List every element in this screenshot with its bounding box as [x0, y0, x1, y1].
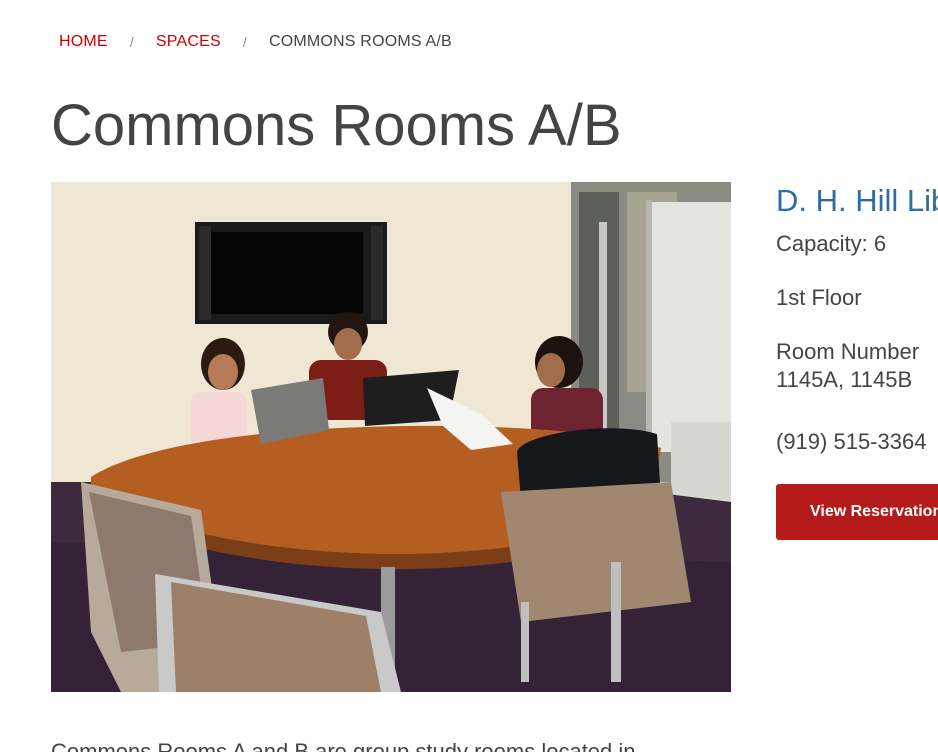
view-reservations-button[interactable]: View Reservations [776, 484, 938, 540]
breadcrumb-spaces-link[interactable]: SPACES [156, 33, 221, 51]
breadcrumb-separator: / [129, 34, 134, 50]
room-number-value: 1145A, 1145B [776, 367, 913, 392]
room-number-label: Room Number [776, 339, 920, 364]
page-title: Commons Rooms A/B [51, 93, 622, 158]
library-link[interactable]: D. H. Hill Library [776, 182, 938, 220]
breadcrumb: HOME / SPACES / COMMONS ROOMS A/B [59, 33, 452, 51]
breadcrumb-current: COMMONS ROOMS A/B [268, 33, 452, 50]
breadcrumb-home-link[interactable]: HOME [59, 33, 108, 51]
page: HOME / SPACES / COMMONS ROOMS A/B Common… [0, 0, 938, 752]
breadcrumb-separator: / [242, 34, 247, 50]
room-info-sidebar: D. H. Hill Library Capacity: 6 1st Floor… [776, 182, 938, 540]
room-description: Commons Rooms A and B are group study ro… [51, 739, 636, 752]
room-photo [51, 182, 731, 692]
phone-number[interactable]: (919) 515-3364 [776, 428, 938, 456]
floor-text: 1st Floor [776, 285, 862, 310]
capacity-text: Capacity: 6 [776, 231, 887, 256]
